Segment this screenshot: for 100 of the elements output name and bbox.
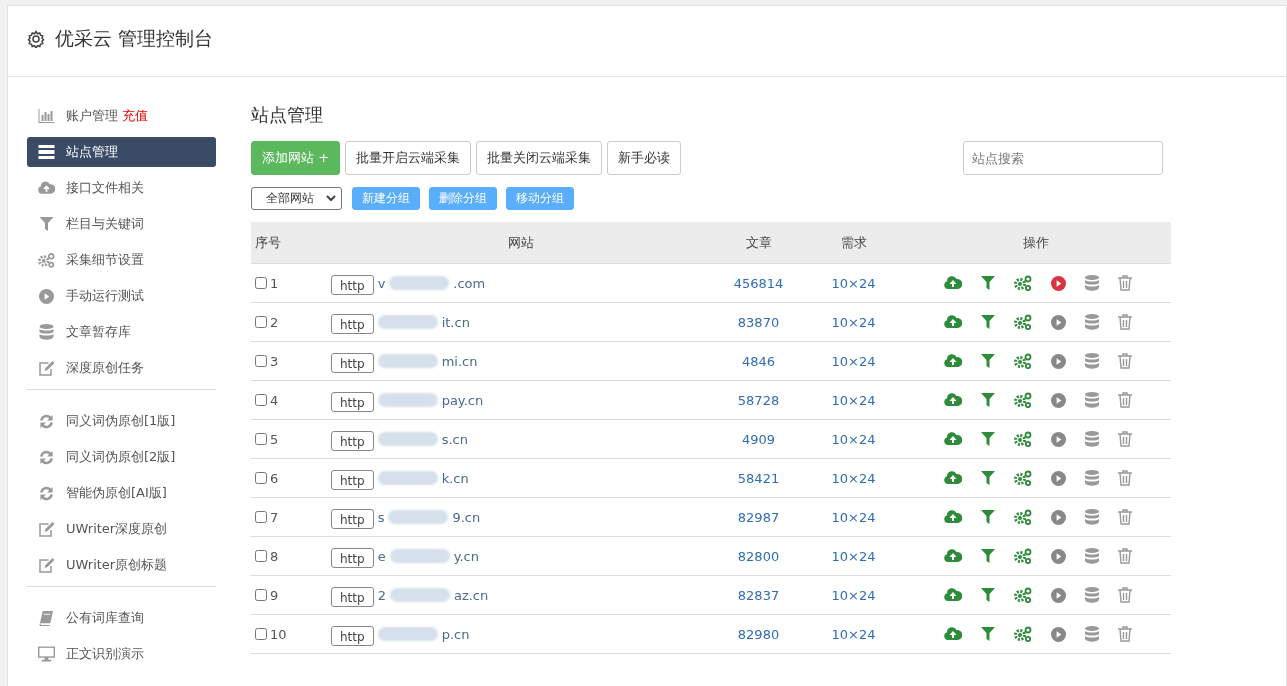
row-checkbox[interactable] — [255, 277, 267, 289]
toolbar-button[interactable]: 新手必读 — [607, 141, 682, 175]
redaction-blur — [377, 432, 438, 446]
row-checkbox[interactable] — [255, 472, 267, 484]
row-checkbox[interactable] — [255, 511, 267, 523]
filter-icon[interactable] — [981, 354, 995, 368]
database-icon[interactable] — [1085, 353, 1099, 369]
refresh-icon — [38, 449, 55, 465]
gears-icon[interactable] — [1014, 431, 1032, 447]
sidebar-item[interactable]: 手动运行测试 — [27, 281, 216, 311]
cloud-upload-icon[interactable] — [944, 588, 962, 602]
sidebar-item[interactable]: 文章暂存库 — [27, 317, 216, 347]
filter-icon[interactable] — [981, 510, 995, 524]
sidebar-item[interactable]: 同义词伪原创[1版] — [27, 406, 216, 436]
database-icon[interactable] — [1085, 587, 1099, 603]
filter-icon[interactable] — [981, 627, 995, 641]
sidebar-item[interactable]: 智能伪原创[AI版] — [27, 478, 216, 508]
play-icon[interactable] — [1051, 587, 1066, 603]
filter-icon[interactable] — [981, 588, 995, 602]
gears-icon[interactable] — [1014, 314, 1032, 330]
gears-icon[interactable] — [1014, 626, 1032, 642]
database-icon[interactable] — [1085, 626, 1099, 642]
sidebar-item[interactable]: UWriter深度原创 — [27, 514, 216, 544]
sidebar-label: 同义词伪原创[2版] — [66, 448, 176, 466]
filter-icon[interactable] — [981, 471, 995, 485]
trash-icon[interactable] — [1118, 392, 1132, 408]
database-icon[interactable] — [1085, 509, 1099, 525]
database-icon — [38, 324, 55, 340]
gears-icon[interactable] — [1014, 509, 1032, 525]
toolbar-button[interactable]: 批量关闭云端采集 — [476, 141, 603, 175]
play-icon[interactable] — [1051, 509, 1066, 525]
sidebar-label: 正文识别演示 — [66, 645, 144, 663]
sidebar-item[interactable]: 同义词伪原创[2版] — [27, 442, 216, 472]
filter-icon[interactable] — [981, 276, 995, 290]
trash-icon[interactable] — [1118, 275, 1132, 291]
trash-icon[interactable] — [1118, 431, 1132, 447]
database-icon[interactable] — [1085, 470, 1099, 486]
cloud-upload-icon[interactable] — [944, 549, 962, 563]
cloud-upload-icon[interactable] — [944, 276, 962, 290]
play-icon[interactable] — [1051, 353, 1066, 369]
cloud-upload-icon[interactable] — [944, 432, 962, 446]
site-url-end: az.cn — [453, 587, 489, 603]
play-icon[interactable] — [1051, 275, 1066, 291]
toolbar-button[interactable]: 批量开启云端采集 — [345, 141, 472, 175]
cloud-upload-icon[interactable] — [944, 627, 962, 641]
database-icon[interactable] — [1085, 548, 1099, 564]
demand-cell: 10×24 — [806, 380, 901, 420]
database-icon[interactable] — [1085, 392, 1099, 408]
sidebar-item[interactable]: 接口文件相关 — [27, 173, 216, 203]
filter-icon[interactable] — [981, 393, 995, 407]
filter-icon[interactable] — [981, 549, 995, 563]
filter-icon[interactable] — [981, 432, 995, 446]
sidebar-item[interactable]: 采集细节设置 — [27, 245, 216, 275]
trash-icon[interactable] — [1118, 353, 1132, 369]
recharge-link[interactable]: 充值 — [122, 107, 148, 125]
sidebar-item[interactable]: 站点管理 — [27, 137, 216, 167]
group-dropdown[interactable]: 全部网站 — [251, 187, 342, 210]
gears-icon[interactable] — [1014, 275, 1032, 291]
gears-icon[interactable] — [1014, 587, 1032, 603]
site-url-end: 9.cn — [452, 509, 481, 525]
row-checkbox[interactable] — [255, 316, 267, 328]
row-checkbox[interactable] — [255, 394, 267, 406]
sidebar-item[interactable]: 公有词库查询 — [27, 603, 216, 633]
trash-icon[interactable] — [1118, 626, 1132, 642]
trash-icon[interactable] — [1118, 314, 1132, 330]
sidebar-item[interactable]: 账户管理 充值 — [27, 101, 216, 131]
search-field[interactable]: 站点搜索 — [963, 141, 1163, 175]
row-checkbox[interactable] — [255, 433, 267, 445]
gears-icon[interactable] — [1014, 353, 1032, 369]
row-checkbox[interactable] — [255, 589, 267, 601]
row-checkbox[interactable] — [255, 550, 267, 562]
cloud-upload-icon[interactable] — [944, 510, 962, 524]
sidebar-item[interactable]: 正文识别演示 — [27, 639, 216, 669]
sidebar-item[interactable]: 栏目与关键词 — [27, 209, 216, 239]
filter-icon[interactable] — [981, 315, 995, 329]
row-checkbox[interactable] — [255, 355, 267, 367]
cloud-upload-icon[interactable] — [944, 354, 962, 368]
play-icon[interactable] — [1051, 431, 1066, 447]
cloud-upload-icon[interactable] — [944, 393, 962, 407]
cloud-upload-icon[interactable] — [944, 315, 962, 329]
sidebar-item[interactable]: UWriter原创标题 — [27, 550, 216, 580]
gears-icon[interactable] — [1014, 470, 1032, 486]
trash-icon[interactable] — [1118, 509, 1132, 525]
trash-icon[interactable] — [1118, 587, 1132, 603]
play-icon[interactable] — [1051, 470, 1066, 486]
gears-icon[interactable] — [1014, 548, 1032, 564]
database-icon[interactable] — [1085, 275, 1099, 291]
play-icon[interactable] — [1051, 392, 1066, 408]
trash-icon[interactable] — [1118, 548, 1132, 564]
play-icon[interactable] — [1051, 314, 1066, 330]
database-icon[interactable] — [1085, 314, 1099, 330]
play-icon[interactable] — [1051, 626, 1066, 642]
play-icon[interactable] — [1051, 548, 1066, 564]
row-checkbox[interactable] — [255, 628, 267, 640]
cloud-upload-icon[interactable] — [944, 471, 962, 485]
site-url-end: y.cn — [453, 548, 479, 564]
sidebar-item[interactable]: 深度原创任务 — [27, 353, 216, 383]
gears-icon[interactable] — [1014, 392, 1032, 408]
trash-icon[interactable] — [1118, 470, 1132, 486]
database-icon[interactable] — [1085, 431, 1099, 447]
